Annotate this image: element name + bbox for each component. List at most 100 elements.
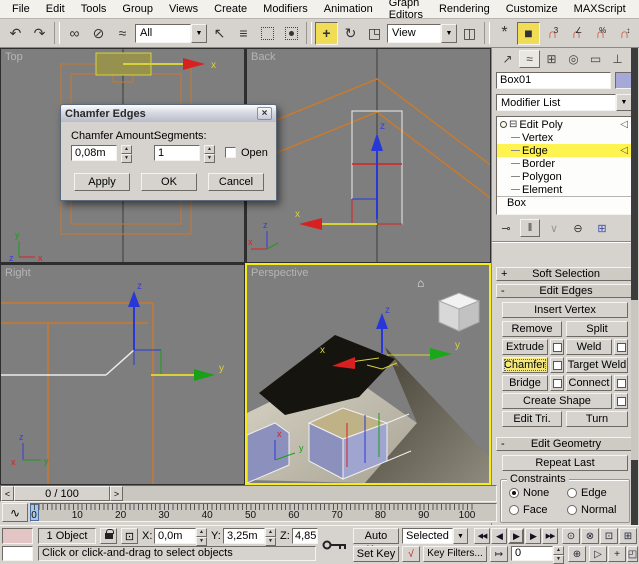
key-tangent-curve-icon[interactable]: √ (402, 546, 420, 562)
select-and-move-icon[interactable]: + (315, 22, 338, 45)
menu-edit[interactable]: Edit (38, 1, 73, 17)
chevron-down-icon[interactable]: ▼ (441, 24, 457, 43)
extrude-button[interactable]: Extrude (502, 339, 548, 355)
home-icon[interactable]: ⌂ (417, 276, 424, 290)
viewport-label[interactable]: Perspective (251, 267, 308, 279)
radio-face[interactable]: Face (509, 504, 547, 516)
set-keys-key-icon[interactable] (320, 528, 350, 561)
create-shape-settings-icon[interactable] (614, 393, 628, 409)
sub-level-name[interactable]: Border (522, 158, 555, 170)
x-coordinate-field[interactable]: 0,0m (154, 528, 196, 544)
tab-modify[interactable]: ≈ (519, 50, 540, 68)
weld-settings-icon[interactable] (614, 339, 628, 355)
rectangular-selection-region-icon[interactable] (256, 22, 279, 45)
target-weld-button[interactable]: Target Weld (566, 357, 628, 373)
menu-views[interactable]: Views (161, 1, 206, 17)
menu-customize[interactable]: Customize (498, 1, 566, 17)
track-bar-ruler[interactable]: 0102030405060708090100 (30, 503, 497, 522)
stack-row-box[interactable]: Box (497, 196, 631, 209)
key-mode-toggle-icon[interactable]: ↦ (490, 546, 508, 562)
previous-frame-icon[interactable]: ◀ (491, 528, 507, 544)
y-spinner[interactable]: ▲▼ (265, 528, 276, 544)
snap-toggle-icon[interactable]: ■ (517, 22, 540, 45)
spin-down-icon[interactable]: ▼ (204, 154, 215, 163)
make-unique-icon[interactable]: ∨ (544, 219, 564, 237)
reference-coordinate-value[interactable]: View (387, 24, 441, 43)
time-slider-button[interactable]: 0 / 100 (14, 486, 110, 501)
zoom-icon[interactable]: ⊙ (562, 528, 580, 544)
viewport-back[interactable]: z x z x Back (247, 49, 490, 262)
tab-utilities[interactable]: ⊥ (607, 50, 628, 68)
viewport-perspective-active[interactable]: x y z x y ⌂ Perspec (245, 263, 491, 485)
time-slider-track[interactable]: < 0 / 100 > (0, 485, 497, 502)
object-name-field[interactable]: Box01 (496, 72, 611, 89)
spinner-snap-icon[interactable]: ∩↕ (613, 22, 636, 45)
connect-settings-icon[interactable] (614, 375, 628, 391)
select-and-rotate-icon[interactable]: ↻ (339, 22, 362, 45)
x-spinner[interactable]: ▲▼ (196, 528, 207, 544)
view-cube[interactable] (439, 293, 479, 331)
unlink-selection-icon[interactable]: ⊘ (87, 22, 110, 45)
maxscript-mini-listener-macro[interactable] (2, 528, 33, 544)
cancel-button[interactable]: Cancel (208, 173, 264, 191)
edit-tri-button[interactable]: Edit Tri. (502, 411, 562, 427)
percent-snap-icon[interactable]: ∩% (589, 22, 612, 45)
field-of-view-icon[interactable]: ▷ (589, 546, 607, 562)
modifier-name[interactable]: Edit Poly (519, 119, 562, 131)
radio-edge[interactable]: Edge (567, 487, 607, 499)
play-animation-icon[interactable]: ▶ (508, 528, 524, 544)
spin-down-icon[interactable]: ▼ (196, 537, 207, 546)
chevron-down-icon[interactable]: ▼ (453, 528, 468, 544)
stack-row-edge-selected[interactable]: Edge◁ (497, 144, 631, 157)
y-coordinate-field[interactable]: 3,25m (223, 528, 265, 544)
spin-down-icon[interactable]: ▼ (265, 537, 276, 546)
menu-rendering[interactable]: Rendering (431, 1, 498, 17)
frame-forward-button[interactable]: > (110, 486, 123, 501)
scrollbar-thumb[interactable] (631, 48, 638, 300)
angle-snap-icon[interactable]: ∩∠ (565, 22, 588, 45)
chamfer-amount-field[interactable]: 0,08m (71, 145, 117, 161)
sub-level-name[interactable]: Edge (522, 145, 548, 157)
modifier-list-dropdown[interactable]: Modifier List ▼ (496, 94, 632, 111)
object-color-swatch[interactable] (615, 72, 632, 89)
absolute-mode-icon[interactable]: ⊡ (121, 528, 138, 544)
frame-back-button[interactable]: < (1, 486, 14, 501)
extrude-settings-icon[interactable] (550, 339, 564, 355)
selection-lock-icon[interactable] (100, 528, 117, 544)
select-by-name-icon[interactable]: ≡ (232, 22, 255, 45)
configure-modifier-sets-icon[interactable]: ⊞ (592, 219, 612, 237)
segments-field[interactable]: 1 (154, 145, 200, 161)
stack-row-element[interactable]: Element (497, 183, 631, 196)
collapse-icon[interactable]: ⊟ (509, 119, 517, 130)
remove-button[interactable]: Remove (502, 321, 562, 337)
chevron-down-icon[interactable]: ▼ (616, 94, 632, 111)
selection-filter-dropdown[interactable]: All ▼ (135, 24, 207, 43)
go-to-end-icon[interactable]: ▶▶ (542, 528, 558, 544)
repeat-last-button[interactable]: Repeat Last (502, 455, 628, 471)
window-crossing-icon[interactable] (280, 22, 303, 45)
scrollbar-thumb[interactable] (631, 460, 638, 525)
viewport-label[interactable]: Back (251, 51, 275, 63)
chamfer-button-active[interactable]: Chamfer (502, 357, 548, 373)
move-gizmo[interactable]: z x (295, 121, 385, 230)
sub-level-name[interactable]: Polygon (522, 171, 562, 183)
lightbulb-icon[interactable] (500, 121, 507, 128)
sub-level-name[interactable]: Element (522, 184, 562, 196)
menu-group[interactable]: Group (114, 1, 161, 17)
close-icon[interactable]: × (257, 107, 272, 120)
spin-up-icon[interactable]: ▲ (196, 528, 207, 537)
undo-icon[interactable]: ↶ (4, 22, 27, 45)
show-end-result-icon[interactable]: ‖ (520, 219, 540, 237)
maximize-viewport-icon[interactable]: ◰ (627, 546, 638, 562)
menu-tools[interactable]: Tools (73, 1, 115, 17)
selection-set-dropdown[interactable]: Selected ▼ (402, 528, 468, 544)
viewport-label[interactable]: Top (5, 51, 23, 63)
stack-row-polygon[interactable]: Polygon (497, 170, 631, 183)
stack-row-edit-poly[interactable]: ⊟ Edit Poly ◁ (497, 118, 631, 131)
select-object-icon[interactable]: ↖ (208, 22, 231, 45)
use-center-icon[interactable]: ◫ (458, 22, 481, 45)
rollout-edit-geometry[interactable]: - Edit Geometry (496, 437, 636, 451)
spin-down-icon[interactable]: ▼ (121, 154, 132, 163)
create-shape-button[interactable]: Create Shape (502, 393, 612, 409)
stack-row-border[interactable]: Border (497, 157, 631, 170)
